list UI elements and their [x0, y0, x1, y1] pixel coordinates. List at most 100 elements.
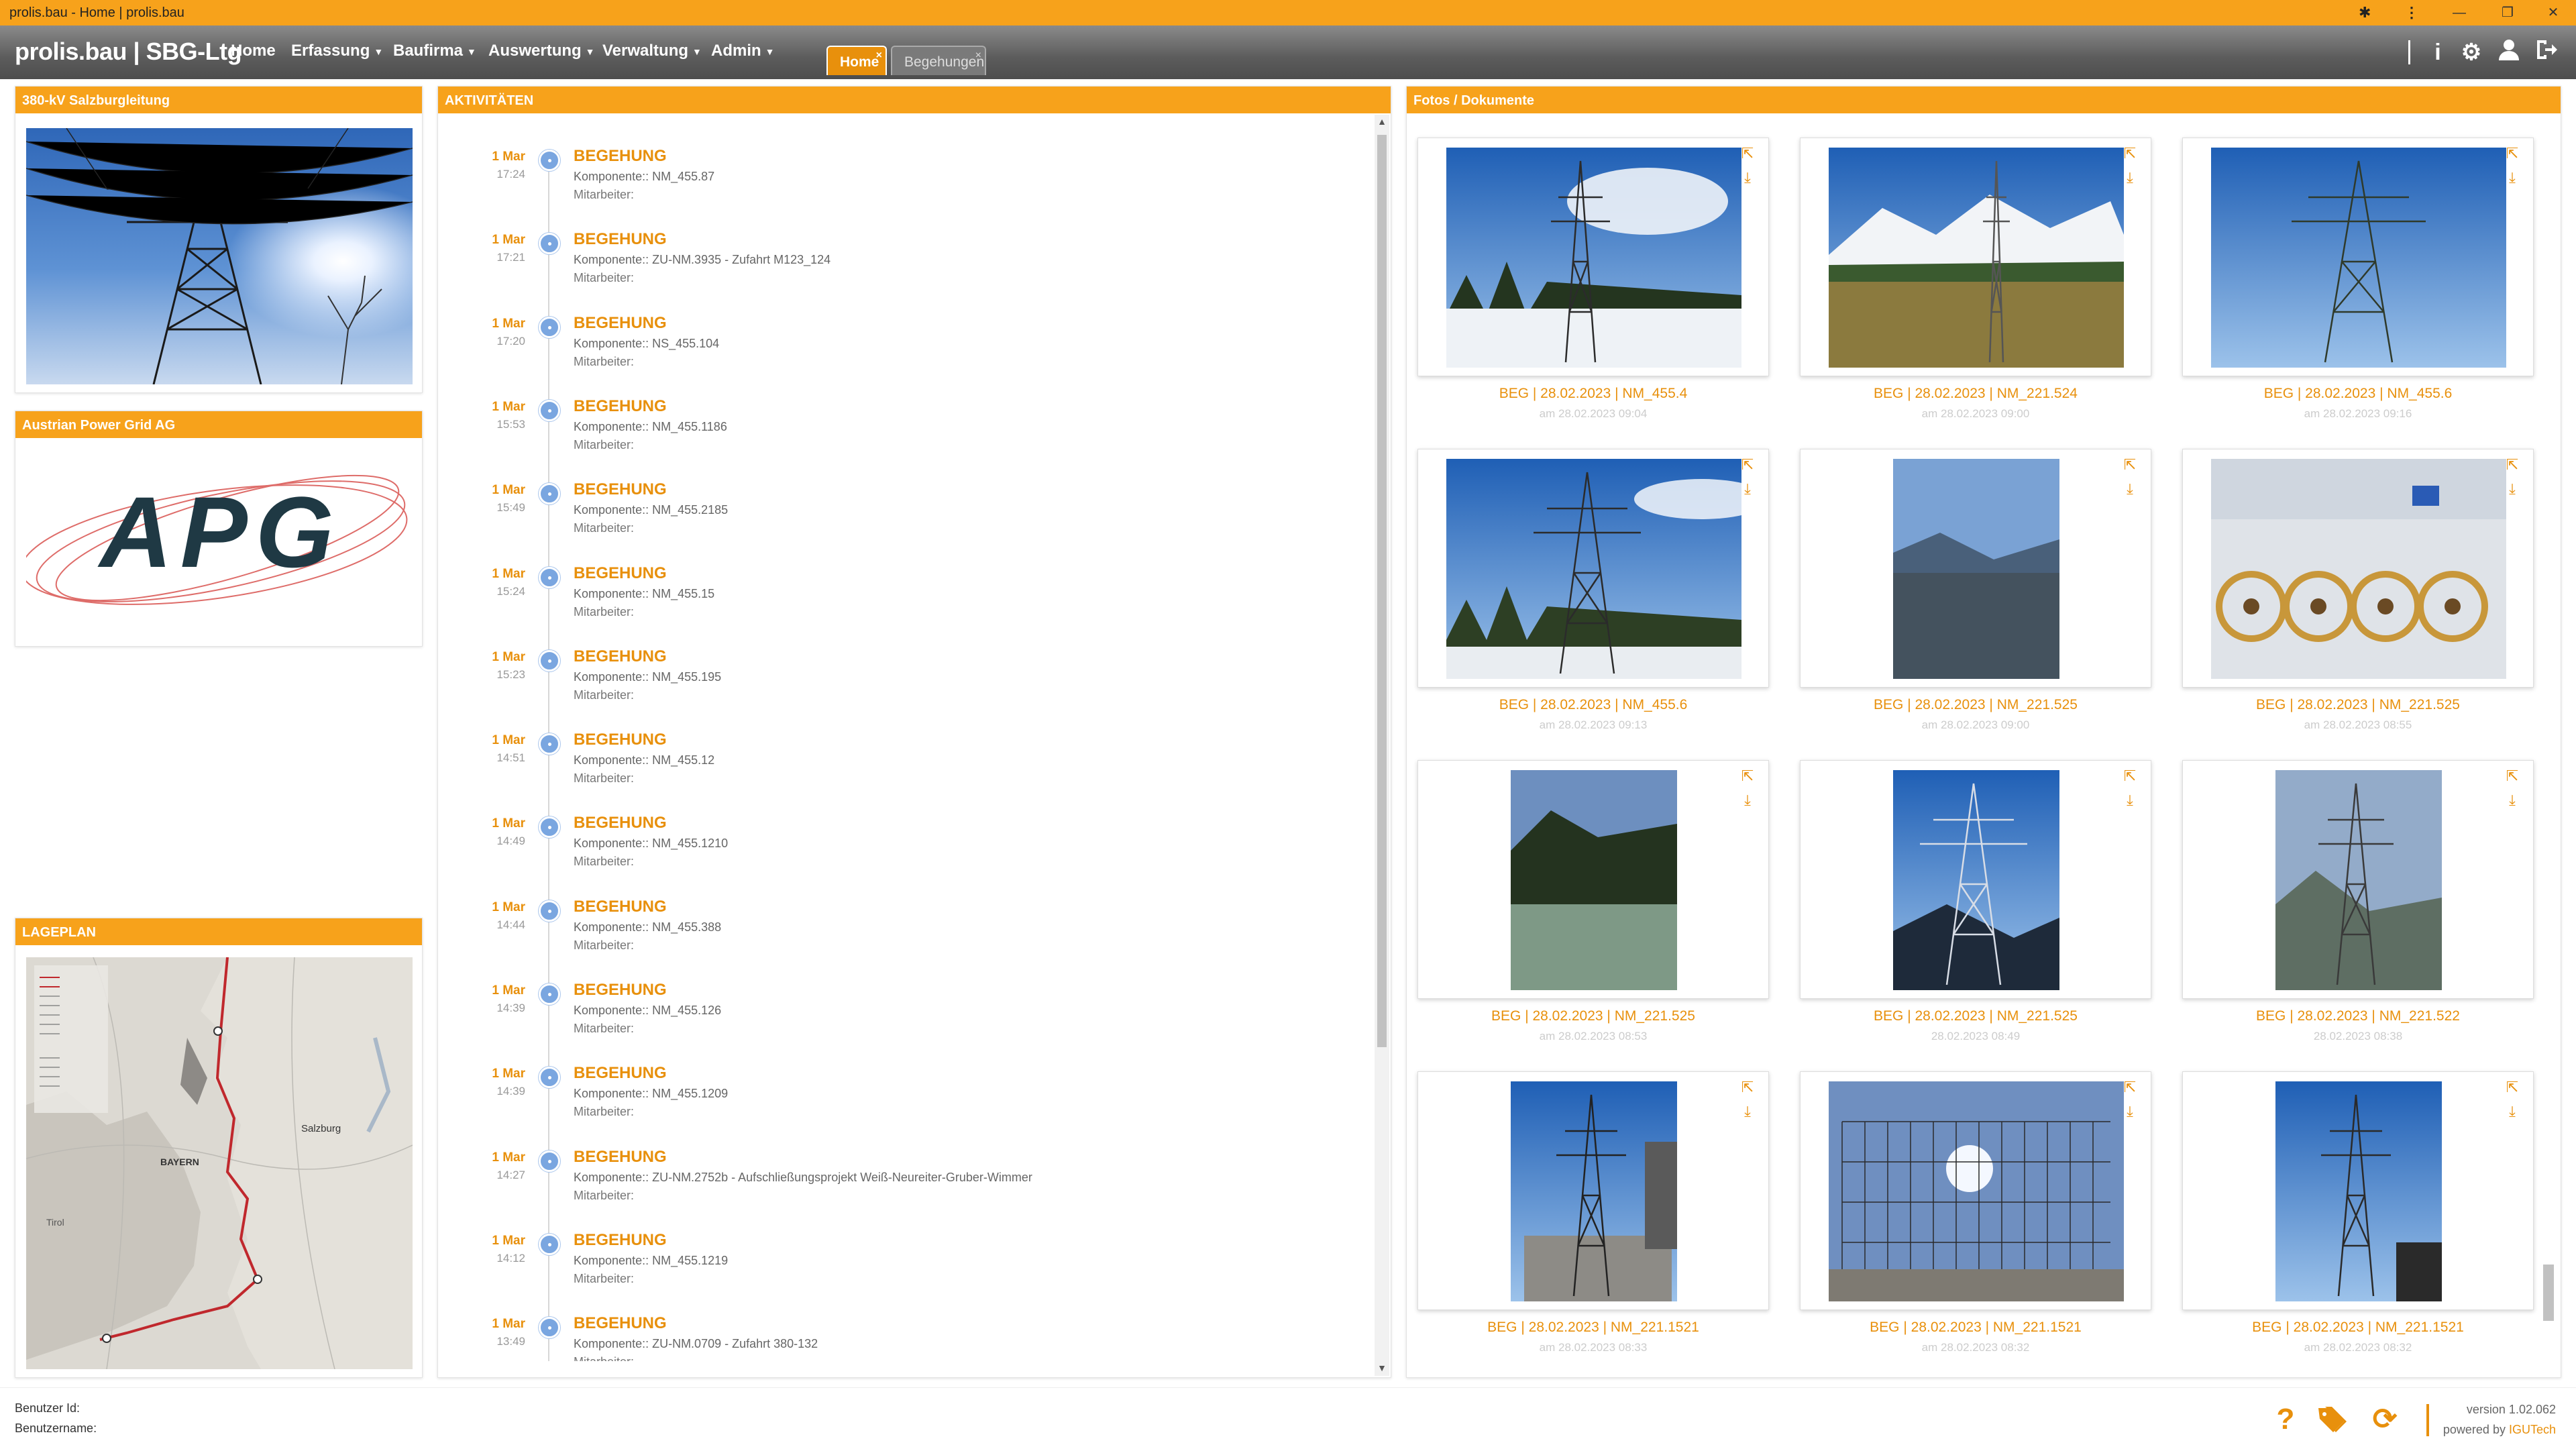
photo-thumbnail[interactable]	[1511, 1081, 1685, 1303]
photo-card[interactable]: ⇱ ⤓	[1800, 760, 2151, 999]
menu-home[interactable]: Home	[231, 42, 276, 60]
scroll-up-arrow[interactable]: ▲	[1376, 116, 1388, 128]
open-external-icon[interactable]: ⇱	[2504, 145, 2521, 162]
download-icon[interactable]: ⤓	[1739, 1103, 1756, 1120]
photo-card[interactable]: ⇱ ⤓	[2182, 449, 2534, 688]
photo-card[interactable]: ⇱ ⤓	[1417, 760, 1769, 999]
download-icon[interactable]: ⤓	[2121, 480, 2139, 498]
activity-item[interactable]: 1 Mar 15:49 BEGEHUNG Komponente:: NM_455.21…	[438, 476, 1364, 559]
close-tab-icon[interactable]: ×	[975, 40, 981, 71]
open-external-icon[interactable]: ⇱	[1739, 145, 1756, 162]
activity-type-link[interactable]: BEGEHUNG	[574, 898, 667, 916]
menu-verwaltung[interactable]: Verwaltung ▼	[602, 42, 702, 60]
open-external-icon[interactable]: ⇱	[2504, 767, 2521, 785]
download-icon[interactable]: ⤓	[2504, 1103, 2521, 1120]
activity-item[interactable]: 1 Mar 17:20 BEGEHUNG Komponente:: NS_455.10…	[438, 310, 1364, 393]
help-icon[interactable]: ?	[2269, 1403, 2302, 1436]
activity-type-link[interactable]: BEGEHUNG	[574, 480, 667, 499]
photo-card[interactable]: ⇱ ⤓	[1800, 449, 2151, 688]
activity-item[interactable]: 1 Mar 17:21 BEGEHUNG Komponente:: ZU-NM.393…	[438, 226, 1364, 309]
powered-brand[interactable]: IGUTech	[2509, 1423, 2556, 1436]
photo-thumbnail[interactable]	[1893, 459, 2059, 680]
activity-item[interactable]: 1 Mar 14:44 BEGEHUNG Komponente:: NM_455.38…	[438, 894, 1364, 977]
photo-thumbnail[interactable]	[2211, 148, 2506, 368]
menu-auswertung[interactable]: Auswertung ▼	[488, 42, 595, 60]
photo-caption[interactable]: BEG | 28.02.2023 | NM_221.524	[1800, 386, 2151, 402]
open-external-icon[interactable]: ⇱	[2121, 767, 2139, 785]
open-external-icon[interactable]: ⇱	[1739, 456, 1756, 474]
minimize-button[interactable]: —	[2439, 0, 2479, 25]
info-icon[interactable]: i	[2423, 38, 2453, 67]
activity-type-link[interactable]: BEGEHUNG	[574, 1064, 667, 1083]
photo-thumbnail[interactable]	[2275, 770, 2442, 990]
activity-type-link[interactable]: BEGEHUNG	[574, 981, 667, 1000]
activity-item[interactable]: 1 Mar 17:24 BEGEHUNG Komponente:: NM_455.87…	[438, 143, 1364, 226]
activity-type-link[interactable]: BEGEHUNG	[574, 564, 667, 583]
activity-type-link[interactable]: BEGEHUNG	[574, 314, 667, 333]
download-icon[interactable]: ⤓	[2504, 792, 2521, 809]
download-icon[interactable]: ⤓	[2121, 169, 2139, 186]
maximize-button[interactable]: ❐	[2487, 0, 2528, 25]
user-icon[interactable]	[2494, 38, 2524, 67]
download-icon[interactable]: ⤓	[1739, 480, 1756, 498]
photo-caption[interactable]: BEG | 28.02.2023 | NM_455.6	[2182, 386, 2534, 402]
photo-card[interactable]: ⇱ ⤓	[2182, 138, 2534, 376]
open-external-icon[interactable]: ⇱	[1739, 767, 1756, 785]
menu-admin[interactable]: Admin ▼	[711, 42, 775, 60]
kebab-menu-icon[interactable]: ⋮	[2404, 0, 2419, 25]
activity-item[interactable]: 1 Mar 14:39 BEGEHUNG Komponente:: NM_455.12…	[438, 977, 1364, 1060]
activity-item[interactable]: 1 Mar 14:12 BEGEHUNG Komponente:: NM_455.12…	[438, 1227, 1364, 1310]
photo-card[interactable]: ⇱ ⤓	[1417, 138, 1769, 376]
download-icon[interactable]: ⤓	[2504, 169, 2521, 186]
photo-thumbnail[interactable]	[1829, 1081, 2124, 1303]
photo-thumbnail[interactable]	[1893, 770, 2059, 990]
photo-caption[interactable]: BEG | 28.02.2023 | NM_221.525	[2182, 697, 2534, 713]
photo-card[interactable]: ⇱ ⤓	[1417, 449, 1769, 688]
open-external-icon[interactable]: ⇱	[2504, 1079, 2521, 1096]
open-external-icon[interactable]: ⇱	[2121, 456, 2139, 474]
gear-icon[interactable]: ⚙	[2457, 38, 2486, 67]
activity-item[interactable]: 1 Mar 15:24 BEGEHUNG Komponente:: NM_455.15…	[438, 560, 1364, 643]
extension-icon[interactable]: ✱	[2359, 0, 2371, 25]
app-brand[interactable]: prolis.bau | SBG-Ltg	[15, 38, 242, 66]
activities-scrollbar[interactable]: ▲ ▼	[1375, 115, 1389, 1376]
close-tab-icon[interactable]: ×	[876, 40, 882, 71]
activity-type-link[interactable]: BEGEHUNG	[574, 1314, 667, 1333]
photo-caption[interactable]: BEG | 28.02.2023 | NM_221.525	[1800, 697, 2151, 713]
activity-item[interactable]: 1 Mar 14:49 BEGEHUNG Komponente:: NM_455.12…	[438, 810, 1364, 893]
photos-scrollbar[interactable]	[2543, 1265, 2554, 1321]
download-icon[interactable]: ⤓	[1739, 169, 1756, 186]
photo-caption[interactable]: BEG | 28.02.2023 | NM_221.525	[1800, 1008, 2151, 1024]
activity-type-link[interactable]: BEGEHUNG	[574, 647, 667, 666]
photo-caption[interactable]: BEG | 28.02.2023 | NM_221.1521	[1800, 1320, 2151, 1336]
logout-icon[interactable]	[2532, 38, 2561, 67]
photo-caption[interactable]: BEG | 28.02.2023 | NM_221.525	[1417, 1008, 1769, 1024]
download-icon[interactable]: ⤓	[1739, 792, 1756, 809]
photo-thumbnail[interactable]	[1446, 459, 1768, 680]
photo-thumbnail[interactable]	[2275, 1081, 2443, 1303]
download-icon[interactable]: ⤓	[2121, 1103, 2139, 1120]
activity-type-link[interactable]: BEGEHUNG	[574, 230, 667, 249]
photo-card[interactable]: ⇱ ⤓	[2182, 1071, 2534, 1310]
open-external-icon[interactable]: ⇱	[2121, 1079, 2139, 1096]
photo-caption[interactable]: BEG | 28.02.2023 | NM_221.522	[2182, 1008, 2534, 1024]
close-window-button[interactable]: ✕	[2533, 0, 2573, 25]
photo-caption[interactable]: BEG | 28.02.2023 | NM_455.4	[1417, 386, 1769, 402]
scroll-down-arrow[interactable]: ▼	[1376, 1362, 1388, 1375]
photo-caption[interactable]: BEG | 28.02.2023 | NM_221.1521	[2182, 1320, 2534, 1336]
photo-thumbnail[interactable]	[2211, 459, 2506, 680]
open-external-icon[interactable]: ⇱	[2121, 145, 2139, 162]
activity-item[interactable]: 1 Mar 14:27 BEGEHUNG Komponente:: ZU-NM.275…	[438, 1144, 1364, 1227]
photo-card[interactable]: ⇱ ⤓	[1800, 1071, 2151, 1310]
tags-icon[interactable]	[2316, 1403, 2349, 1436]
activity-item[interactable]: 1 Mar 15:23 BEGEHUNG Komponente:: NM_455.19…	[438, 643, 1364, 727]
photo-caption[interactable]: BEG | 28.02.2023 | NM_455.6	[1417, 697, 1769, 713]
activity-type-link[interactable]: BEGEHUNG	[574, 147, 667, 166]
activity-item[interactable]: 1 Mar 14:39 BEGEHUNG Komponente:: NM_455.12…	[438, 1060, 1364, 1143]
download-icon[interactable]: ⤓	[2121, 792, 2139, 809]
activity-item[interactable]: 1 Mar 13:49 BEGEHUNG Komponente:: ZU-NM.070…	[438, 1310, 1364, 1361]
photo-thumbnail[interactable]	[1511, 770, 1677, 991]
menu-baufirma[interactable]: Baufirma ▼	[393, 42, 476, 60]
refresh-icon[interactable]: ⟳	[2368, 1403, 2402, 1436]
menu-erfassung[interactable]: Erfassung ▼	[291, 42, 383, 60]
